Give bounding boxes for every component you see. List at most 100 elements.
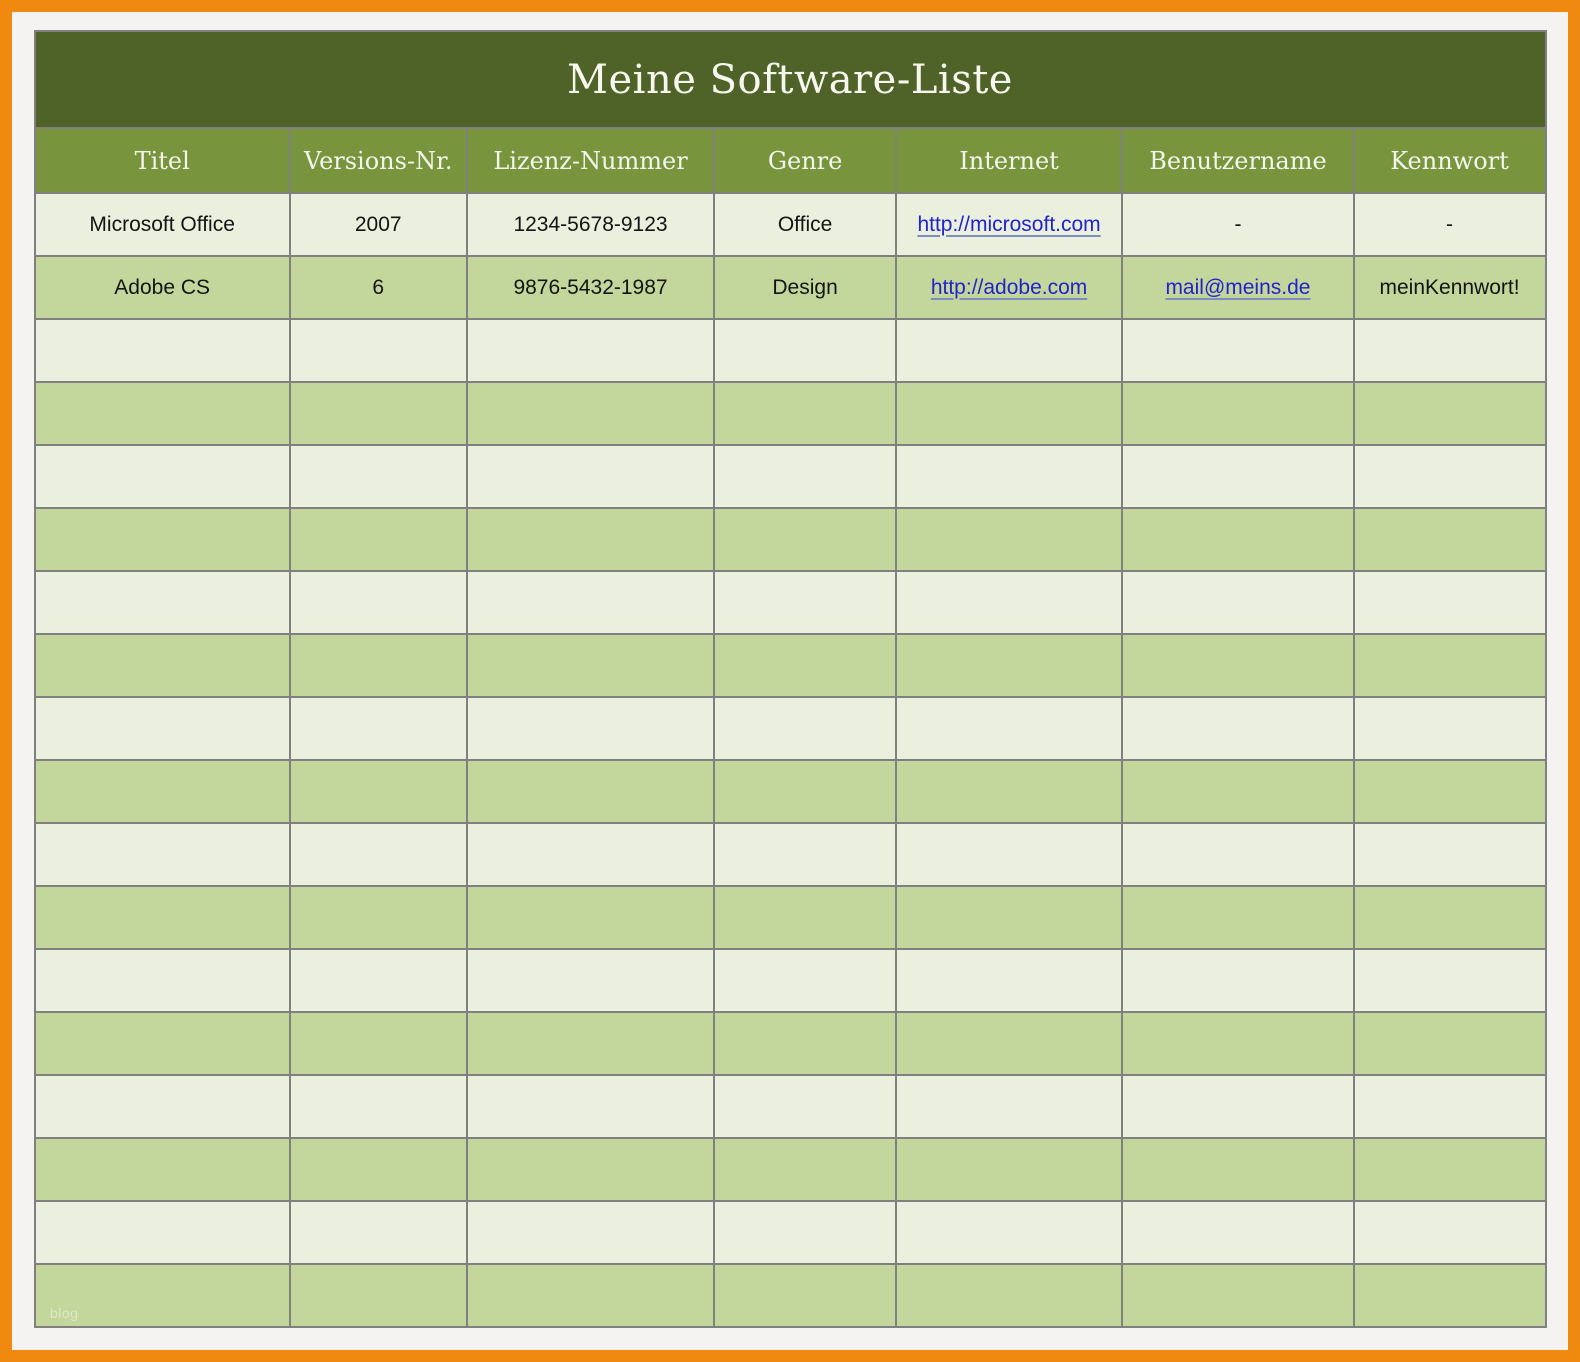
table-row-empty: [35, 634, 1546, 697]
empty-cell: [1354, 1012, 1546, 1075]
cell-versions-nr: 6: [290, 256, 467, 319]
table-row-empty: [35, 382, 1546, 445]
empty-cell: [290, 634, 467, 697]
internet-link[interactable]: http://microsoft.com: [917, 213, 1100, 236]
table-row-empty: [35, 1138, 1546, 1201]
empty-cell: [1122, 1075, 1353, 1138]
empty-cell: [290, 823, 467, 886]
empty-cell: [1354, 319, 1546, 382]
cell-titel: Microsoft Office: [35, 193, 290, 256]
empty-cell: [35, 760, 290, 823]
empty-cell: [896, 1138, 1123, 1201]
empty-cell: [467, 445, 715, 508]
empty-cell: [35, 823, 290, 886]
empty-cell: [896, 697, 1123, 760]
empty-cell: [290, 886, 467, 949]
empty-cell: [290, 760, 467, 823]
empty-cell: [714, 1012, 895, 1075]
empty-cell: [896, 949, 1123, 1012]
column-header-titel: Titel: [35, 128, 290, 193]
empty-cell: [467, 1138, 715, 1201]
empty-cell: [35, 886, 290, 949]
empty-cell: [467, 1075, 715, 1138]
table-row-empty: [35, 697, 1546, 760]
empty-cell: [1354, 634, 1546, 697]
empty-cell: [714, 886, 895, 949]
benutzername-link[interactable]: mail@meins.de: [1165, 276, 1310, 299]
table-row-empty: [35, 1201, 1546, 1264]
empty-cell: [35, 1012, 290, 1075]
column-header-internet: Internet: [896, 128, 1123, 193]
empty-cell: [290, 445, 467, 508]
empty-cell: [1122, 1138, 1353, 1201]
empty-cell: [290, 1264, 467, 1327]
empty-cell: [714, 1138, 895, 1201]
empty-cell: [714, 949, 895, 1012]
empty-cell: [467, 1201, 715, 1264]
empty-cell: [290, 949, 467, 1012]
cell-benutzername: mail@meins.de: [1122, 256, 1353, 319]
empty-cell: [714, 445, 895, 508]
page-frame: Meine Software-Liste Titel Versions-Nr. …: [0, 0, 1580, 1362]
empty-cell: [1122, 823, 1353, 886]
empty-cell: [1354, 760, 1546, 823]
empty-cell: [714, 508, 895, 571]
empty-cell: [467, 382, 715, 445]
empty-cell: [290, 1138, 467, 1201]
empty-cell: [35, 319, 290, 382]
empty-cell: [896, 886, 1123, 949]
empty-cell: [714, 571, 895, 634]
empty-cell: [1354, 1138, 1546, 1201]
cell-lizenz-nummer: 1234-5678-9123: [467, 193, 715, 256]
internet-link[interactable]: http://adobe.com: [931, 276, 1087, 299]
empty-cell: [1122, 571, 1353, 634]
empty-cell: [1354, 949, 1546, 1012]
empty-cell: [467, 949, 715, 1012]
empty-cell: [35, 382, 290, 445]
table-row-empty: [35, 760, 1546, 823]
empty-cell: [896, 571, 1123, 634]
table-row-empty: [35, 886, 1546, 949]
cell-genre: Office: [714, 193, 895, 256]
empty-cell: [35, 571, 290, 634]
empty-cell: [35, 445, 290, 508]
empty-cell: [1354, 571, 1546, 634]
empty-cell: [1354, 445, 1546, 508]
table-row-empty: [35, 823, 1546, 886]
empty-cell: [1354, 886, 1546, 949]
software-table-body: Microsoft Office 2007 1234-5678-9123 Off…: [35, 193, 1546, 1327]
table-row-empty: [35, 508, 1546, 571]
empty-cell: [896, 508, 1123, 571]
column-header-lizenz-nummer: Lizenz-Nummer: [467, 128, 715, 193]
title-bar: Meine Software-Liste: [35, 31, 1546, 128]
table-row-empty: [35, 949, 1546, 1012]
cell-internet: http://microsoft.com: [896, 193, 1123, 256]
empty-cell: [290, 382, 467, 445]
cell-benutzername: -: [1122, 193, 1353, 256]
empty-cell: [467, 508, 715, 571]
empty-cell: [290, 1012, 467, 1075]
empty-cell: [714, 319, 895, 382]
column-header-row: Titel Versions-Nr. Lizenz-Nummer Genre I…: [35, 128, 1546, 193]
empty-cell: [1122, 949, 1353, 1012]
empty-cell: [35, 508, 290, 571]
empty-cell: [467, 697, 715, 760]
empty-cell: [467, 1264, 715, 1327]
empty-cell: [290, 571, 467, 634]
empty-cell: [1122, 319, 1353, 382]
empty-cell: [896, 823, 1123, 886]
empty-cell: [1122, 1012, 1353, 1075]
empty-cell: [1354, 697, 1546, 760]
empty-cell: [1122, 445, 1353, 508]
empty-cell: [35, 1264, 290, 1327]
cell-versions-nr: 2007: [290, 193, 467, 256]
empty-cell: [467, 1012, 715, 1075]
empty-cell: [1354, 1201, 1546, 1264]
empty-cell: [896, 634, 1123, 697]
column-header-kennwort: Kennwort: [1354, 128, 1546, 193]
table-row-empty: [35, 1264, 1546, 1327]
empty-cell: [290, 508, 467, 571]
empty-cell: [35, 697, 290, 760]
empty-cell: [35, 1075, 290, 1138]
empty-cell: [35, 1138, 290, 1201]
